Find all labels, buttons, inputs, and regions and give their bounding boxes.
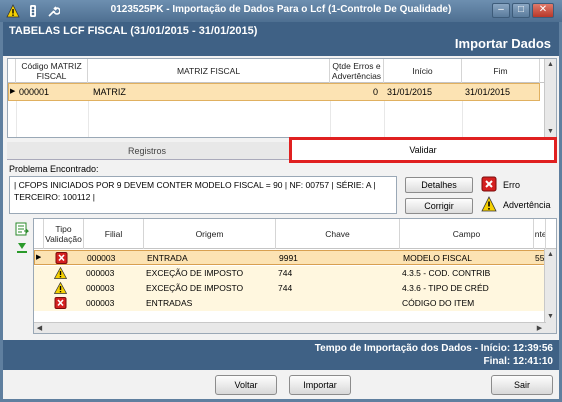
cell-chave: 744 (278, 283, 293, 293)
table-row[interactable]: 000003 EXCEÇÃO DE IMPOSTO 744 4.3.6 - TI… (34, 281, 546, 296)
row-indicator-header (8, 59, 16, 83)
error-legend-icon (481, 176, 497, 192)
col-inicio[interactable]: Início (384, 59, 462, 83)
col-filial[interactable]: Filial (84, 219, 144, 249)
button-bar: Voltar Importar Sair (3, 370, 559, 399)
col-tipo-validacao[interactable]: Tipo Validação (44, 219, 84, 249)
cell-campo: 4.3.6 - TIPO DE CRÉD (402, 283, 489, 293)
cell-filial: 000003 (86, 283, 115, 293)
main-panel: Código MATRIZ FISCAL MATRIZ FISCAL Qtde … (3, 56, 559, 340)
grid-line (330, 101, 331, 137)
vertical-scrollbar[interactable]: ▲ ▼ (544, 59, 556, 137)
warning-legend-label: Advertência (503, 200, 551, 210)
problem-line-1: | CFOPS INICIADOS POR 9 DEVEM CONTER MOD… (14, 180, 376, 190)
row-pointer-icon: ▶ (10, 88, 16, 95)
table-row[interactable]: 000003 ENTRADAS CÓDIGO DO ITEM (34, 296, 546, 311)
page-title: TABELAS LCF FISCAL (31/01/2015 - 31/01/2… (9, 25, 258, 37)
import-time-end: Final: 12:41:10 (483, 356, 553, 367)
row-pointer-icon: ▶ (36, 254, 42, 261)
tab-bar: Registros Validar (7, 137, 557, 163)
download-arrow-icon[interactable] (15, 240, 29, 254)
error-icon (55, 252, 68, 264)
window-titlebar: 0123525PK - Importação de Dados Para o L… (0, 0, 562, 22)
cell-filial: 000003 (86, 298, 115, 308)
corrigir-button[interactable]: Corrigir (405, 198, 473, 214)
sair-button[interactable]: Sair (491, 375, 553, 395)
problem-label: Problema Encontrado: (9, 164, 99, 174)
detalhes-button[interactable]: Detalhes (405, 177, 473, 193)
import-time-start: Tempo de Importação dos Dados - Início: … (314, 343, 553, 354)
grid-line (384, 101, 385, 137)
horizontal-scrollbar[interactable]: ◀ ▶ (34, 322, 546, 333)
cell-matriz: MATRIZ (93, 87, 126, 97)
warning-legend-icon (481, 196, 497, 212)
error-legend-label: Erro (503, 180, 521, 190)
cell-qtde: 0 (373, 87, 379, 97)
problem-text[interactable]: | CFOPS INICIADOS POR 9 DEVEM CONTER MOD… (9, 176, 397, 214)
table-row[interactable]: ▶ 000001 MATRIZ 0 31/01/2015 31/01/2015 (8, 83, 540, 101)
cell-filial: 000003 (87, 253, 116, 263)
importar-button[interactable]: Importar (289, 375, 351, 395)
close-button[interactable]: ✕ (532, 3, 554, 18)
cell-campo: MODELO FISCAL (403, 253, 472, 263)
tab-registros[interactable]: Registros (7, 142, 287, 160)
cell-chave: 9991 (279, 253, 298, 263)
grid-line (88, 101, 89, 137)
voltar-button[interactable]: Voltar (215, 375, 277, 395)
cell-chave: 744 (278, 268, 293, 278)
maximize-button[interactable]: □ (512, 3, 530, 18)
validation-grid[interactable]: Tipo Validação Filial Origem Chave Campo… (33, 218, 557, 334)
col-qtde-erros[interactable]: Qtde Erros e Advertências (330, 59, 384, 83)
matriz-grid[interactable]: Código MATRIZ FISCAL MATRIZ FISCAL Qtde … (7, 58, 557, 138)
scroll-down-icon[interactable]: ▼ (545, 126, 556, 137)
cell-inicio: 31/01/2015 (387, 87, 433, 97)
window-title: 0123525PK - Importação de Dados Para o L… (110, 4, 452, 15)
table-row[interactable]: ▶ 000003 ENTRADA 9991 MODELO FISCAL 55 (34, 250, 546, 265)
cell-codigo: 000001 (19, 87, 50, 97)
col-matriz-fiscal[interactable]: MATRIZ FISCAL (88, 59, 330, 83)
cell-origem: EXCEÇÃO DE IMPOSTO (146, 268, 244, 278)
grid-header: Código MATRIZ FISCAL MATRIZ FISCAL Qtde … (8, 59, 556, 83)
scroll-right-icon[interactable]: ▶ (534, 323, 545, 333)
col-chave[interactable]: Chave (276, 219, 400, 249)
minimize-button[interactable]: – (492, 3, 510, 18)
scroll-up-icon[interactable]: ▲ (545, 249, 556, 260)
tab-validar[interactable]: Validar (289, 137, 557, 163)
header-band: TABELAS LCF FISCAL (31/01/2015 - 31/01/2… (3, 22, 559, 56)
grid-header: Tipo Validação Filial Origem Chave Campo… (34, 219, 556, 249)
row-indicator-header (34, 219, 44, 249)
grid-line (16, 101, 17, 137)
vertical-scrollbar[interactable]: ▲ ▼ (544, 249, 556, 333)
error-icon (54, 297, 67, 309)
cell-campo: CÓDIGO DO ITEM (402, 298, 475, 308)
cell-origem: ENTRADA (147, 253, 188, 263)
col-fim[interactable]: Fim (462, 59, 540, 83)
cell-fim: 31/01/2015 (465, 87, 511, 97)
status-footer: Tempo de Importação dos Dados - Início: … (3, 340, 559, 370)
col-campo[interactable]: Campo (400, 219, 534, 249)
scroll-down-icon[interactable]: ▼ (545, 311, 556, 322)
table-row[interactable]: 000003 EXCEÇÃO DE IMPOSTO 744 4.3.5 - CO… (34, 266, 546, 281)
col-origem[interactable]: Origem (144, 219, 276, 249)
warning-icon (54, 282, 67, 294)
cell-origem: ENTRADAS (146, 298, 193, 308)
scroll-up-icon[interactable]: ▲ (545, 59, 556, 70)
col-codigo-matriz[interactable]: Código MATRIZ FISCAL (16, 59, 88, 83)
scroll-left-icon[interactable]: ◀ (34, 323, 45, 333)
grid-line (462, 101, 463, 137)
cell-campo: 4.3.5 - COD. CONTRIB (402, 268, 491, 278)
col-inte[interactable]: Inte (534, 219, 546, 249)
cell-filial: 000003 (86, 268, 115, 278)
cell-origem: EXCEÇÃO DE IMPOSTO (146, 283, 244, 293)
warning-icon (54, 267, 67, 279)
problem-line-2: TERCEIRO: 100112 | (14, 192, 95, 202)
section-title: Importar Dados (454, 36, 551, 51)
export-icon[interactable] (15, 222, 29, 236)
